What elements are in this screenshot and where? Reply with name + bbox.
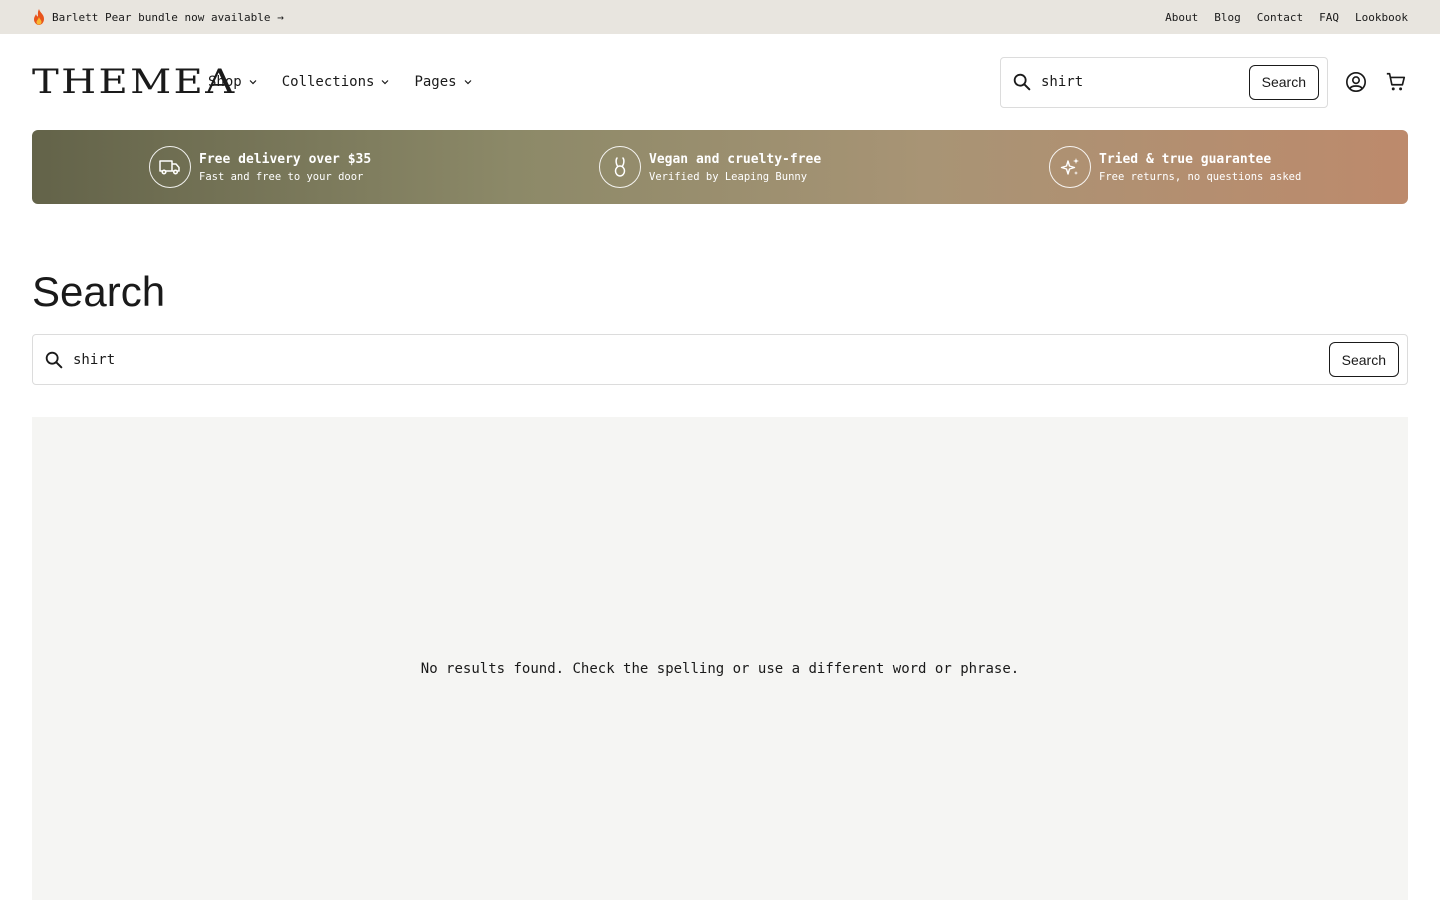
link-about[interactable]: About <box>1165 11 1198 24</box>
announcement-link[interactable]: Barlett Pear bundle now available → <box>32 9 284 25</box>
feature-subtitle: Free returns, no questions asked <box>1099 170 1302 183</box>
search-results-panel: No results found. Check the spelling or … <box>32 417 1408 900</box>
feature-banner: Free delivery over $35 Fast and free to … <box>32 130 1408 204</box>
feature-icon-circle <box>149 146 191 188</box>
site-logo[interactable]: THEMEA <box>32 62 234 102</box>
nav-pages-label: Pages <box>414 74 457 90</box>
feature-title: Free delivery over $35 <box>199 151 372 167</box>
announcement-text: Barlett Pear bundle now available → <box>52 10 284 24</box>
announcement-bar: Barlett Pear bundle now available → Abou… <box>0 0 1440 34</box>
chevron-down-icon <box>464 80 472 85</box>
main-search-input[interactable] <box>73 351 1329 368</box>
link-blog[interactable]: Blog <box>1214 11 1241 24</box>
feature-vegan: Vegan and cruelty-free Verified by Leapi… <box>599 146 821 188</box>
chevron-down-icon <box>382 80 389 85</box>
main-nav: Shop Collections Pages <box>208 74 473 90</box>
nav-collections[interactable]: Collections <box>282 74 391 90</box>
truck-icon <box>159 160 180 175</box>
feature-title: Tried & true guarantee <box>1099 151 1272 167</box>
page-title: Search <box>32 268 166 315</box>
feature-subtitle: Fast and free to your door <box>199 170 364 183</box>
feature-guarantee: Tried & true guarantee Free returns, no … <box>1049 146 1301 188</box>
site-header: THEMEA Shop Collections Pages Search <box>0 34 1440 130</box>
account-button[interactable] <box>1344 70 1368 94</box>
nav-pages[interactable]: Pages <box>414 74 472 90</box>
link-lookbook[interactable]: Lookbook <box>1355 11 1408 24</box>
header-actions: Search <box>1000 56 1408 108</box>
feature-subtitle: Verified by Leaping Bunny <box>649 170 808 183</box>
link-contact[interactable]: Contact <box>1257 11 1303 24</box>
search-icon <box>1013 73 1031 91</box>
chevron-down-icon <box>249 80 257 85</box>
link-faq[interactable]: FAQ <box>1319 11 1339 24</box>
search-icon <box>45 351 63 368</box>
feature-title: Vegan and cruelty-free <box>649 151 822 167</box>
header-search-input[interactable] <box>1041 74 1249 90</box>
flame-icon <box>34 9 44 25</box>
cart-icon <box>1386 72 1406 91</box>
main-search-bar: Search <box>32 334 1408 385</box>
nav-collections-label: Collections <box>281 74 375 90</box>
empty-results-message: No results found. Check the spelling or … <box>420 660 1020 677</box>
feature-icon-circle <box>1049 146 1091 188</box>
header-search-bar: Search <box>1000 56 1328 108</box>
cart-button[interactable] <box>1384 70 1408 94</box>
sparkle-icon <box>1060 158 1079 175</box>
account-icon <box>1346 72 1366 92</box>
header-search-button[interactable]: Search <box>1248 64 1319 100</box>
main-search-button[interactable]: Search <box>1328 342 1399 377</box>
rabbit-icon <box>614 157 626 177</box>
utility-links: About Blog Contact FAQ Lookbook <box>1165 11 1408 24</box>
feature-icon-circle <box>599 146 641 188</box>
feature-delivery: Free delivery over $35 Fast and free to … <box>149 146 371 188</box>
